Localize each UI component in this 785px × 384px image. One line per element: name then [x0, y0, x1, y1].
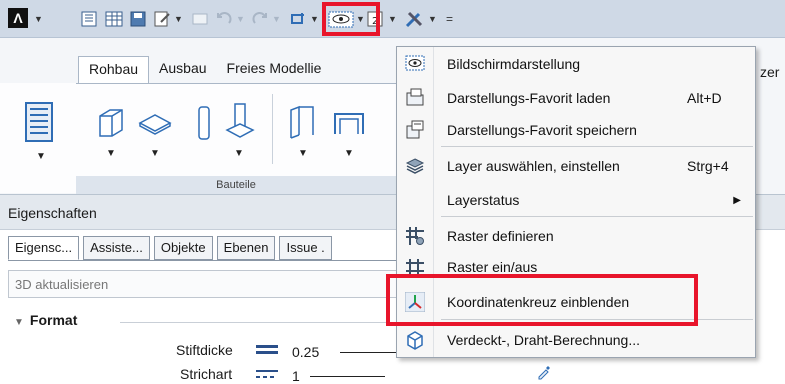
menu-label: Bildschirmdarstellung [447, 56, 581, 72]
save-icon[interactable] [128, 8, 148, 30]
menu-label: Darstellungs-Favorit laden [447, 90, 611, 106]
menu-item-raster-definieren[interactable]: Raster definieren [397, 221, 755, 251]
strichart-label: Strichart [180, 366, 233, 382]
grid-toggle-icon [405, 258, 425, 275]
submenu-arrow-icon: ▶ [733, 194, 741, 206]
opening-icon[interactable] [286, 104, 318, 145]
eye-icon [405, 54, 425, 74]
hidden-line-icon [405, 330, 425, 350]
menu-separator [441, 319, 753, 320]
tab-ausbau[interactable]: Ausbau [149, 56, 216, 84]
menu-item-verdeckt-berechnung[interactable]: Verdeckt-, Draht-Berechnung... [397, 325, 755, 355]
tools-icon[interactable]: ▼ [404, 8, 437, 30]
pipette-icon[interactable] [536, 364, 552, 383]
strichart-line-preview [310, 376, 385, 377]
section-divider [120, 322, 400, 323]
menu-label: Darstellungs-Favorit speichern [447, 122, 637, 138]
properties-tabs: Eigensc... Assiste... Objekte Ebenen Iss… [8, 236, 332, 260]
menu-item-layerstatus[interactable]: Layerstatus ▶ [397, 185, 755, 215]
ribbon-group-label: Bauteile [76, 176, 396, 194]
menu-label: Raster ein/aus [447, 259, 538, 275]
tab-partial-label[interactable]: zer [760, 64, 779, 80]
foundation-icon[interactable] [224, 102, 256, 145]
coordinate-cross-icon [404, 291, 426, 313]
window-dropdown-icon[interactable]: ▼ [344, 148, 354, 159]
transform-icon[interactable]: ▼ [288, 8, 319, 30]
ribbon-left-area: ▼ [0, 83, 76, 193]
print-icon [190, 8, 210, 30]
column-icon[interactable] [194, 104, 214, 145]
display-dropdown-menu: Bildschirmdarstellung Darstellungs-Favor… [396, 46, 756, 358]
tab-freies-modellieren[interactable]: Freies Modellie [217, 56, 332, 84]
tab-ebenen[interactable]: Ebenen [216, 236, 276, 260]
slab-dropdown-icon[interactable]: ▼ [150, 148, 160, 159]
ribbon-separator [272, 94, 273, 164]
wall-dropdown-icon[interactable]: ▼ [106, 148, 116, 159]
grid-settings-icon [405, 226, 425, 246]
slab-icon[interactable] [138, 110, 172, 139]
window-icon[interactable] [332, 106, 366, 143]
menu-item-bildschirmdarstellung[interactable]: Bildschirmdarstellung [397, 49, 755, 79]
ribbon-right-edge: zer [756, 38, 785, 194]
building-dropdown-icon[interactable]: ▼ [36, 151, 46, 162]
layers-icon [405, 156, 425, 176]
layer-number-icon[interactable]: 2 ▼ [366, 8, 397, 30]
folder-open-icon [405, 88, 425, 108]
redo-icon: ▼ [250, 8, 281, 30]
opening-dropdown-icon[interactable]: ▼ [298, 148, 308, 159]
menu-separator [441, 146, 753, 147]
app-logo[interactable]: Λ [8, 8, 28, 28]
stiftdicke-value[interactable]: 0.25 [292, 344, 319, 360]
menu-shortcut: Alt+D [687, 90, 722, 106]
wall-icon[interactable] [94, 106, 128, 143]
tabs-underline [8, 260, 400, 261]
strichart-value[interactable]: 1 [292, 368, 300, 384]
menu-item-koordinatenkreuz[interactable]: Koordinatenkreuz einblenden [397, 287, 755, 317]
foundation-dropdown-icon[interactable]: ▼ [234, 148, 244, 159]
menu-item-favorit-laden[interactable]: Darstellungs-Favorit laden Alt+D [397, 83, 755, 113]
collapse-triangle-icon[interactable]: ▼ [14, 317, 24, 328]
tab-objekte[interactable]: Objekte [153, 236, 213, 260]
svg-text:2: 2 [372, 16, 378, 27]
menu-item-favorit-speichern[interactable]: Darstellungs-Favorit speichern [397, 115, 755, 145]
menu-label: Verdeckt-, Draht-Berechnung... [447, 332, 640, 348]
format-section-label: Format [29, 312, 78, 328]
menu-label: Koordinatenkreuz einblenden [447, 294, 630, 310]
library-icon[interactable] [80, 8, 100, 30]
undo-icon: ▼ [214, 8, 245, 30]
menu-label: Layerstatus [447, 192, 520, 208]
display-eye-icon[interactable]: ▼ [328, 8, 365, 30]
save-favorite-icon [405, 120, 425, 140]
building-icon[interactable] [16, 99, 62, 148]
menu-shortcut: Strg+4 [687, 158, 729, 174]
customize-toolbar-icon[interactable]: = [446, 8, 453, 30]
quick-access-toolbar: Λ ▼ ▼ ▼ ▼ ▼ ▼ 2 ▼ ▼ = [0, 0, 785, 38]
edit-icon[interactable]: ▼ [152, 8, 183, 30]
menu-label: Layer auswählen, einstellen [447, 158, 620, 174]
table-icon[interactable] [104, 8, 124, 30]
pen-thickness-icon [256, 344, 278, 359]
refresh-3d-button[interactable]: 3D aktualisieren [8, 270, 400, 298]
menu-item-layer-auswaehlen[interactable]: Layer auswählen, einstellen Strg+4 [397, 151, 755, 181]
menu-label: Raster definieren [447, 228, 554, 244]
format-section-header[interactable]: ▼ Format [14, 312, 77, 328]
stiftdicke-label: Stiftdicke [176, 342, 233, 358]
tab-issue[interactable]: Issue . [279, 236, 332, 260]
menu-item-raster-ein-aus[interactable]: Raster ein/aus [397, 253, 755, 275]
tab-eigenschaften[interactable]: Eigensc... [8, 236, 80, 260]
ribbon-tabs: Rohbau Ausbau Freies Modellie [78, 56, 331, 84]
stiftdicke-line-preview [340, 352, 400, 353]
app-menu-chevron-icon[interactable]: ▼ [34, 14, 43, 24]
menu-separator [441, 216, 753, 217]
tab-rohbau[interactable]: Rohbau [78, 56, 150, 84]
line-type-icon [256, 368, 278, 383]
tab-assistent[interactable]: Assiste... [83, 236, 150, 260]
